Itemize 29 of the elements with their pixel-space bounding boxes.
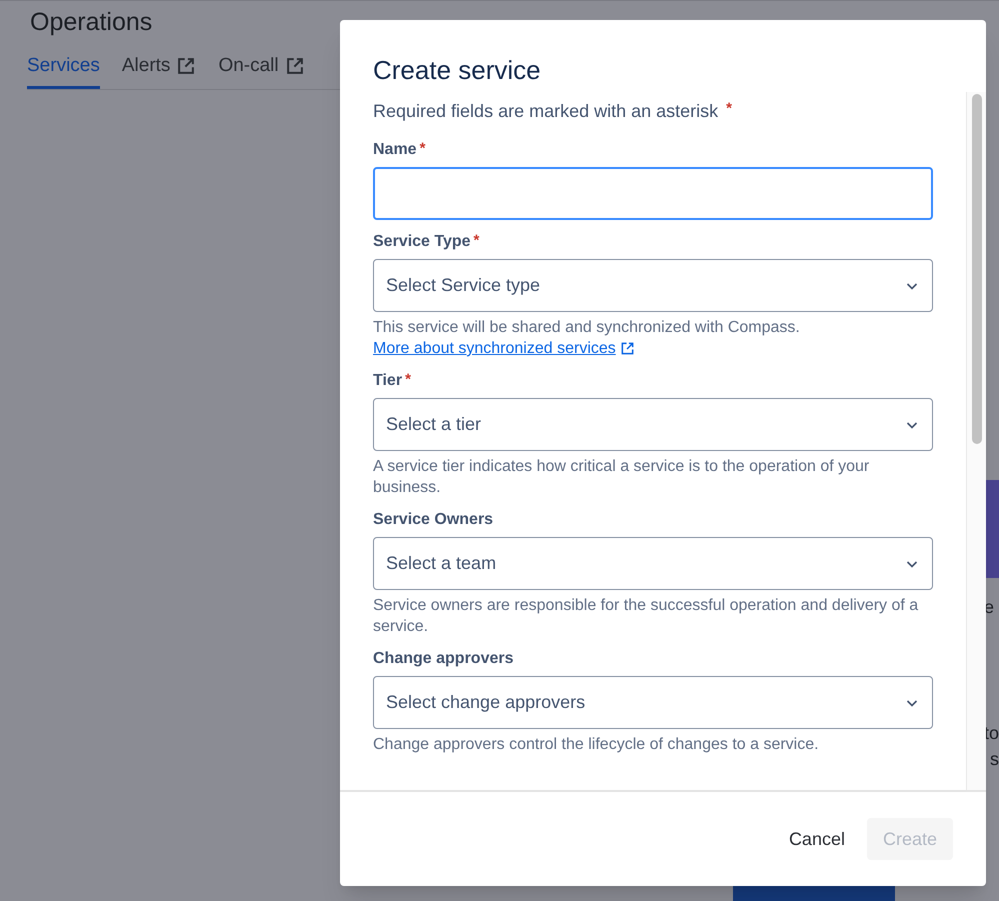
cancel-button[interactable]: Cancel — [772, 818, 861, 860]
field-label: Tier — [373, 371, 402, 391]
more-about-link[interactable]: More about synchronized services — [373, 338, 635, 359]
external-link-icon — [176, 56, 196, 76]
required-asterisk: * — [420, 139, 426, 159]
select-dropdown[interactable]: Select Service type — [373, 259, 933, 312]
required-asterisk: * — [726, 99, 732, 119]
field-label: Name — [373, 140, 417, 160]
external-link-icon — [284, 56, 305, 76]
select-dropdown[interactable]: Select a tier — [373, 398, 933, 451]
page-tab[interactable]: Alerts — [122, 52, 196, 88]
select-dropdown[interactable]: Select change approvers — [373, 676, 933, 729]
name-input-field[interactable] — [373, 167, 933, 220]
required-asterisk: * — [474, 231, 480, 251]
select-dropdown[interactable]: Select a team — [373, 537, 933, 590]
required-fields-note: Required fields are marked with an asterisk — [373, 100, 718, 123]
field-label: Service Type — [373, 232, 471, 252]
field-helper-text: Change approvers control the lifecycle of changes to a service. — [373, 735, 820, 755]
field-helper-text: This service will be shared and synchronized with Compass. More about synchronized services — [373, 318, 801, 359]
field-label: Service Owners — [373, 510, 494, 530]
background-text: s — [990, 748, 999, 771]
required-asterisk: * — [405, 370, 411, 390]
field-helper-text: A service tier indicates how critical a service is to the operation of your business. — [373, 457, 870, 498]
external-link-icon — [620, 341, 635, 356]
field-helper-text: Service owners are responsible for the successful operation and delivery of a service. — [373, 596, 920, 637]
field-label: Change approvers — [373, 649, 514, 669]
dialog-title: Create service — [372, 54, 542, 86]
page-tab[interactable]: On-call — [218, 52, 305, 88]
page-title: Operations — [30, 7, 154, 38]
